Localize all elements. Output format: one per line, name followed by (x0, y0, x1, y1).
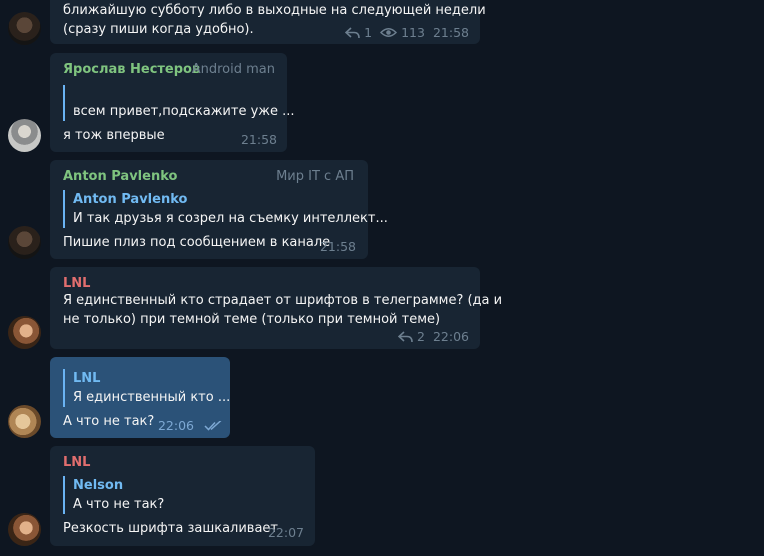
sender-name[interactable]: Ярослав Нестеров (63, 62, 200, 77)
message-meta: 22:06 (158, 418, 222, 433)
message-bubble-outgoing[interactable]: LNL Я единственный кто ... А что не так?… (50, 357, 230, 438)
message-text-line: ближайшую субботу либо в выходные на сле… (63, 3, 486, 18)
reply-quote[interactable]: LNL Я единственный кто ... (63, 369, 230, 407)
quote-text: А что не так? (73, 497, 165, 512)
message-time: 22:07 (267, 525, 304, 540)
reply-quote[interactable]: Nelson А что не так? (63, 476, 164, 514)
avatar[interactable] (8, 12, 41, 45)
sender-name[interactable]: LNL (63, 455, 90, 470)
message-bubble[interactable]: LNL Nelson А что не так? Резкость шрифта… (50, 446, 315, 546)
sender-name[interactable]: LNL (63, 276, 90, 291)
quote-text: всем привет,подскажите уже ... (73, 104, 295, 119)
message-meta: 21:58 (241, 132, 277, 147)
sender-badge: Android man (191, 62, 275, 77)
message-meta: 22:07 (268, 525, 304, 540)
message-bubble[interactable]: Anton Pavlenko Мир IT с АП Anton Pavlenk… (50, 160, 388, 259)
message-meta: 21:58 (320, 239, 356, 254)
message-meta: 1 113 21:58 (345, 25, 469, 40)
message-text-line: не только) при темной теме (только при т… (63, 312, 441, 327)
message-time: 21:58 (240, 132, 277, 147)
message-time: 21:58 (319, 239, 356, 254)
reply-icon[interactable] (398, 330, 413, 343)
reply-icon[interactable] (345, 26, 360, 39)
reply-quote[interactable]: всем привет,подскажите уже ... (63, 85, 295, 121)
quote-author: Nelson (73, 478, 124, 493)
quote-text: И так друзья я созрел на съемку интеллек… (73, 211, 388, 226)
avatar[interactable] (8, 316, 41, 349)
message-text-line: (сразу пиши когда удобно). (63, 22, 254, 37)
message-text-line: Я единственный кто страдает от шрифтов в… (63, 293, 503, 308)
message-bubble[interactable]: Ярослав Нестеров Android man всем привет… (50, 53, 295, 152)
message-time: 21:58 (432, 25, 469, 40)
avatar[interactable] (8, 405, 41, 438)
sender-name[interactable]: Anton Pavlenko (63, 169, 177, 184)
quote-text: Я единственный кто ... (73, 390, 231, 405)
double-check-icon (204, 420, 222, 431)
views-count: 113 (401, 25, 425, 40)
quote-author: Anton Pavlenko (73, 192, 188, 207)
message-text: я тож впервые (63, 128, 165, 143)
quote-author: LNL (73, 371, 101, 386)
reply-count: 1 (364, 25, 373, 40)
avatar[interactable] (8, 226, 41, 259)
message-time: 22:06 (157, 418, 194, 433)
reply-count: 2 (417, 329, 425, 344)
reply-quote[interactable]: Anton Pavlenko И так друзья я созрел на … (63, 190, 388, 228)
message-bubble[interactable]: LNL Я единственный кто страдает от шрифт… (50, 267, 502, 349)
sender-badge: Мир IT с АП (276, 169, 354, 184)
message-bubble[interactable]: ближайшую субботу либо в выходные на сле… (50, 0, 486, 44)
avatar[interactable] (8, 513, 41, 546)
message-meta: 2 22:06 (398, 329, 469, 344)
message-text: Резкость шрифта зашкаливает (63, 521, 279, 536)
eye-icon (380, 27, 398, 38)
message-text: Пишие плиз под сообщением в канале (63, 235, 331, 250)
message-text: А что не так? (63, 414, 155, 429)
avatar[interactable] (8, 119, 41, 152)
message-time: 22:06 (432, 329, 469, 344)
